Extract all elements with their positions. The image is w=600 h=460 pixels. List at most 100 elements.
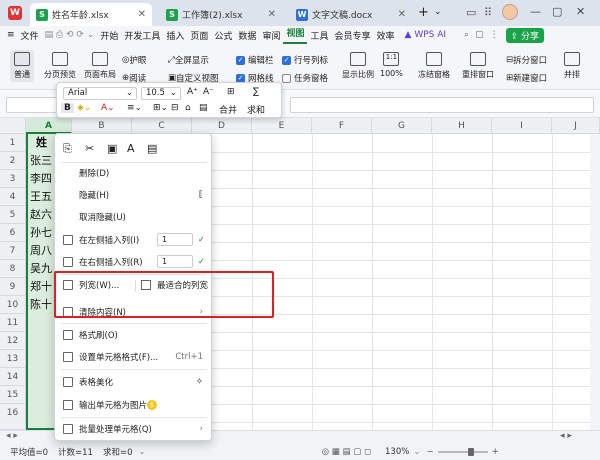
menu-insert[interactable]: 插入 bbox=[163, 29, 187, 42]
cell[interactable]: 郑十 bbox=[30, 278, 52, 296]
format-cells-item[interactable]: 设置单元格格式(F)... Ctrl+1 bbox=[55, 346, 211, 368]
menu-efficiency[interactable]: 效率 bbox=[374, 29, 398, 42]
name-box[interactable] bbox=[6, 97, 62, 113]
row-header[interactable]: 15 bbox=[0, 386, 26, 404]
hide-item[interactable]: 隐藏(H) ⟦ bbox=[55, 184, 211, 206]
page-break-button[interactable]: 分页预览 bbox=[44, 52, 76, 80]
menu-data[interactable]: 数据 bbox=[235, 29, 259, 42]
menu-review[interactable]: 审阅 bbox=[259, 29, 283, 42]
task-pane-checkbox[interactable]: 任务窗格 bbox=[282, 72, 328, 84]
close-window-icon[interactable]: ✕ bbox=[576, 5, 585, 18]
tab-xlsx-1[interactable]: S 姓名年龄.xlsx ✕ bbox=[30, 3, 152, 26]
column-header-a[interactable]: A bbox=[26, 118, 72, 134]
wps-ai-button[interactable]: ▲ WPS AI bbox=[402, 30, 450, 40]
delete-item[interactable]: 删除(D) bbox=[55, 162, 211, 184]
avatar[interactable] bbox=[502, 4, 518, 20]
zoom-ratio-button[interactable]: 显示比例 bbox=[342, 52, 374, 80]
normal-view-button[interactable]: 普通 bbox=[10, 50, 34, 82]
minimize-icon[interactable]: — bbox=[530, 5, 541, 18]
merge-button[interactable]: 合并 bbox=[219, 103, 237, 116]
search-icon[interactable]: ⌕ bbox=[461, 30, 472, 40]
tab-xlsx-2[interactable]: S 工作簿(2).xlsx ✕ bbox=[160, 3, 282, 26]
share-button[interactable]: ⇪ 分享 bbox=[505, 27, 545, 43]
cut-icon[interactable]: ✂ bbox=[85, 142, 94, 155]
insert-left-count[interactable]: 1 bbox=[157, 233, 193, 246]
view-mode-icons[interactable]: ◎ ▦ ▤ ▢ ◻ bbox=[322, 447, 371, 457]
zoom-level[interactable]: 130% bbox=[385, 447, 409, 457]
sheet-nav-icon[interactable]: ◂ ▸ bbox=[6, 431, 18, 441]
unhide-item[interactable]: 取消隐藏(U) bbox=[55, 206, 211, 228]
row-header[interactable]: 6 bbox=[0, 224, 26, 242]
split-window-button[interactable]: ⊟ 拆分窗口 bbox=[506, 54, 547, 66]
zoom-slider[interactable] bbox=[437, 448, 488, 456]
column-header-f[interactable]: F bbox=[312, 118, 372, 134]
chevron-down-icon[interactable]: ⌄ bbox=[413, 447, 420, 457]
format-painter-item[interactable]: 格式刷(O) bbox=[55, 324, 211, 346]
freeze-panes-button[interactable]: 冻结窗格 bbox=[418, 52, 450, 80]
grid-icon[interactable]: ⠿ bbox=[484, 6, 492, 19]
column-header-c[interactable]: C bbox=[132, 118, 192, 134]
new-window-button[interactable]: ⊞ 新建窗口 bbox=[506, 72, 547, 84]
font-select[interactable]: Arial ⌄ bbox=[63, 87, 137, 100]
chevron-down-icon[interactable]: ⌄ bbox=[139, 447, 146, 457]
more-icon[interactable]: ⋮ bbox=[487, 30, 502, 40]
row-header[interactable]: 2 bbox=[0, 152, 26, 170]
row-header[interactable]: 16 bbox=[0, 404, 26, 430]
font-size-select[interactable]: 10.5 ⌄ bbox=[141, 87, 181, 100]
style-icon[interactable]: ⌂ bbox=[185, 103, 191, 113]
cell[interactable]: 姓 bbox=[36, 134, 47, 152]
hamburger-icon[interactable]: ≡ bbox=[4, 30, 18, 40]
export-image-item[interactable]: 输出单元格为图片 $ bbox=[55, 394, 211, 416]
paste-text-icon[interactable]: A bbox=[127, 142, 135, 155]
row-header[interactable]: 3 bbox=[0, 170, 26, 188]
cell[interactable]: 陈十 bbox=[30, 296, 52, 314]
close-icon[interactable]: ✕ bbox=[268, 9, 276, 20]
edit-bar-checkbox[interactable]: ✓ 编辑栏 bbox=[236, 54, 274, 66]
row-header[interactable]: 12 bbox=[0, 332, 26, 350]
insert-right-item[interactable]: 在右侧插入列(R) 1 ✓ bbox=[55, 251, 211, 273]
copy-icon[interactable]: ⎘ bbox=[63, 142, 72, 156]
row-header[interactable]: 11 bbox=[0, 314, 26, 332]
eye-protect-button[interactable]: ◎ 护眼 bbox=[122, 54, 146, 66]
row-header[interactable]: 9 bbox=[0, 278, 26, 296]
side-by-side-button[interactable]: 并排 bbox=[564, 52, 580, 80]
toolbar-icons[interactable]: ▤ ⎙ ⟲ ⟳ ⌄ bbox=[42, 30, 98, 40]
column-header-h[interactable]: H bbox=[432, 118, 492, 134]
zoom-in-icon[interactable]: + bbox=[492, 447, 499, 457]
paste-icon[interactable]: ▣ bbox=[107, 142, 117, 155]
menu-view[interactable]: 视图 bbox=[283, 26, 308, 44]
hscroll-icon[interactable]: ◂ ▸ bbox=[560, 431, 572, 441]
align-icon[interactable]: ≡⌄ bbox=[127, 103, 142, 113]
row-header[interactable]: 13 bbox=[0, 350, 26, 368]
cell[interactable]: 赵六 bbox=[30, 206, 52, 224]
row-col-checkbox[interactable]: ✓ 行号列标 bbox=[282, 54, 328, 66]
row-header[interactable]: 8 bbox=[0, 260, 26, 278]
cell[interactable]: 王五 bbox=[30, 188, 52, 206]
menu-page[interactable]: 页面 bbox=[187, 29, 211, 42]
table-icon[interactable]: ▤ bbox=[199, 103, 208, 113]
column-header-g[interactable]: G bbox=[372, 118, 432, 134]
page-layout-button[interactable]: 页面布局 bbox=[84, 52, 116, 80]
close-icon[interactable]: ✕ bbox=[138, 9, 146, 20]
zoom-out-icon[interactable]: − bbox=[426, 447, 433, 457]
vertical-scrollbar[interactable] bbox=[590, 134, 600, 430]
insert-right-count[interactable]: 1 bbox=[157, 255, 193, 268]
border-icon[interactable]: ⊞⌄ bbox=[153, 103, 168, 113]
row-header[interactable]: 4 bbox=[0, 188, 26, 206]
cell[interactable]: 孙七 bbox=[30, 224, 52, 242]
tab-docx[interactable]: W 文字文稿.docx ✕ bbox=[290, 3, 412, 26]
column-header-b[interactable]: B bbox=[72, 118, 132, 134]
menu-formula[interactable]: 公式 bbox=[211, 29, 235, 42]
select-all-corner[interactable] bbox=[0, 118, 26, 134]
new-tab-icon[interactable]: + bbox=[418, 5, 429, 20]
batch-process-item[interactable]: 批量处理单元格(Q) › bbox=[55, 418, 211, 440]
rearrange-button[interactable]: 重排窗口 bbox=[462, 52, 494, 80]
menu-home[interactable]: 开始 bbox=[97, 29, 121, 42]
chevron-down-icon[interactable]: ⌄ bbox=[434, 7, 442, 17]
column-header-i[interactable]: I bbox=[492, 118, 552, 134]
zoom-100-button[interactable]: 1:1 100% bbox=[380, 52, 403, 78]
cell[interactable]: 吴九 bbox=[30, 260, 52, 278]
bold-button[interactable]: B bbox=[61, 103, 74, 113]
row-header[interactable]: 1 bbox=[0, 134, 26, 152]
row-header[interactable]: 14 bbox=[0, 368, 26, 386]
